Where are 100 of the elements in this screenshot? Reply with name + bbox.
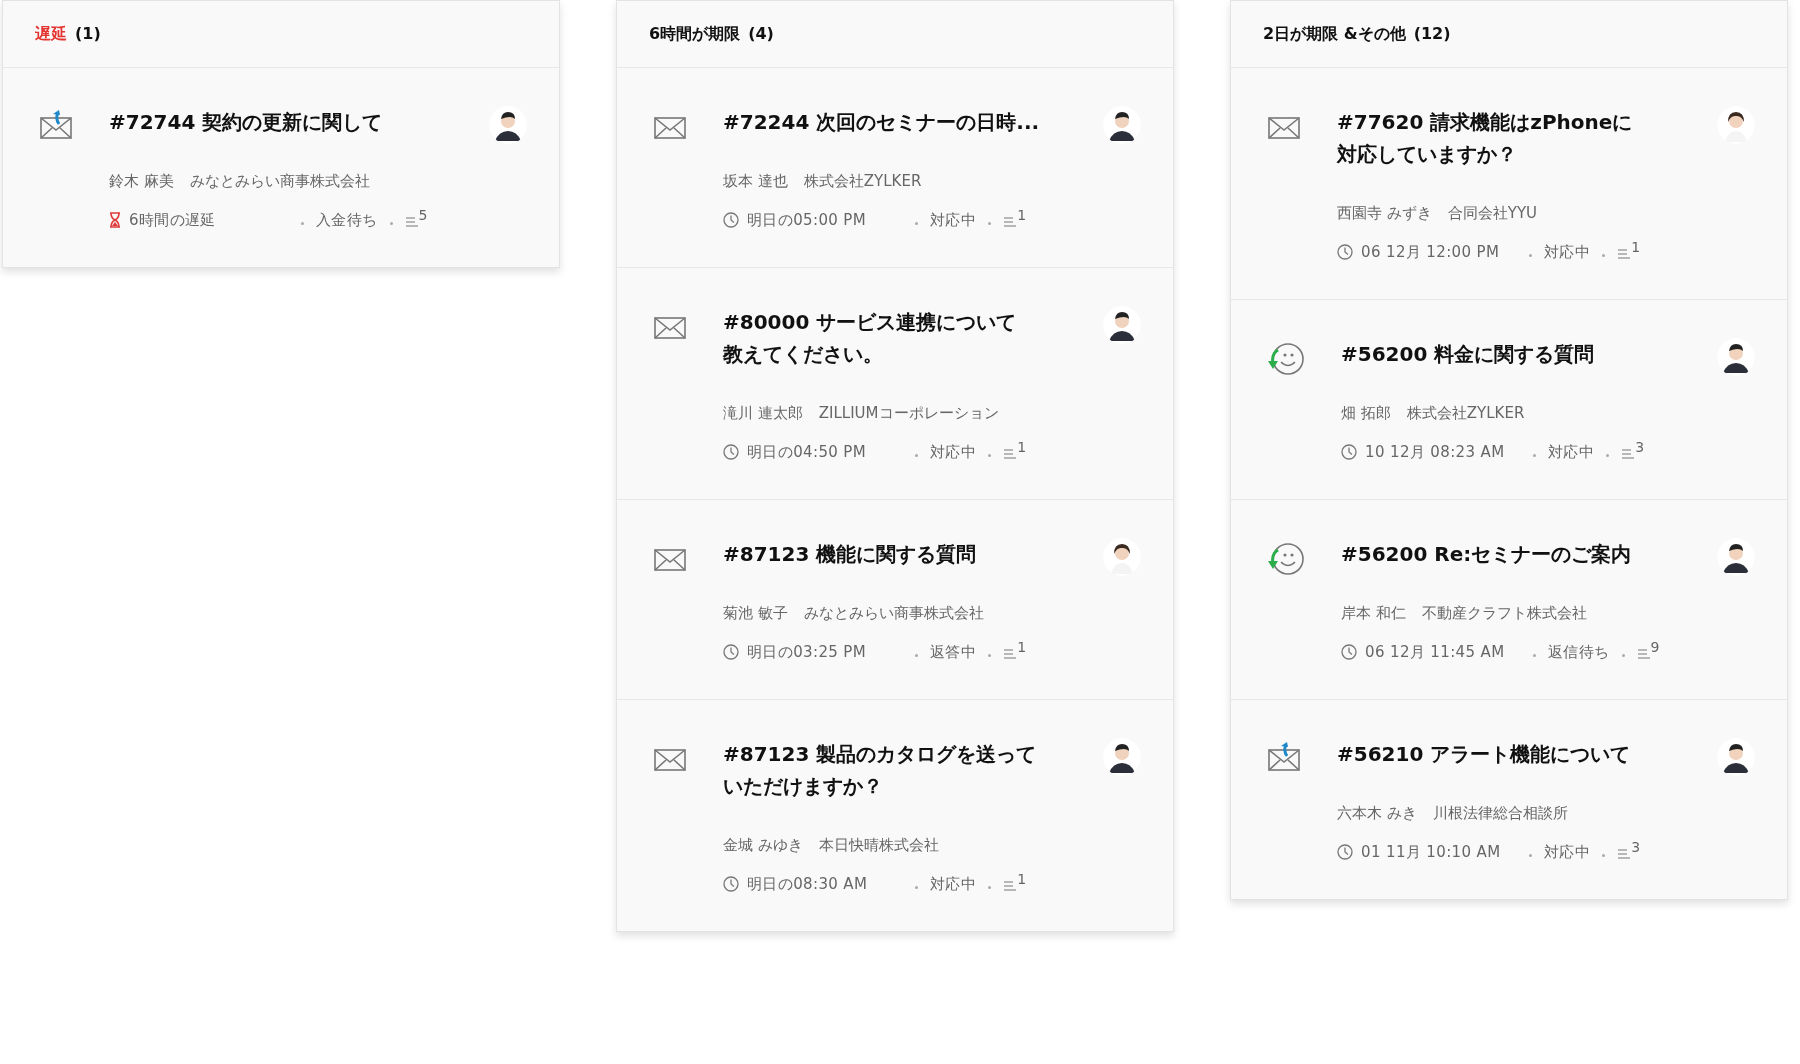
- ticket-title[interactable]: #87123 機能に関する質問: [723, 538, 1067, 570]
- contact-name: 畑 拓郎: [1341, 403, 1391, 424]
- status-label: 対応中: [930, 441, 977, 463]
- thread-list-icon: [1003, 215, 1018, 228]
- smiley-arrow-icon: [1267, 542, 1305, 576]
- clock-icon: [723, 875, 739, 892]
- status-label: 返信待ち: [1548, 641, 1610, 663]
- status-label: 対応中: [930, 873, 977, 895]
- company-name: 不動産クラフト株式会社: [1421, 603, 1587, 624]
- ticket-card[interactable]: #56200 Re:セミナーのご案内 岸本 和仁 不動産クラフト株式会社 06 12月 11:45 AM 返信待ち 9: [1231, 499, 1787, 699]
- ticket-title[interactable]: #56210 アラート機能について: [1337, 738, 1681, 770]
- ticket-card[interactable]: #77620 請求機能はzPhoneに 対応していますか？ 西園寺 みずき 合同会社YYU 06 12月 12:00 PM 対応中 1: [1231, 67, 1787, 299]
- due-time: 10 12月 08:23 AM: [1365, 441, 1505, 463]
- ticket-card[interactable]: #56200 料金に関する質問 畑 拓郎 株式会社ZYLKER 10 12月 08:23 AM 対応中 3: [1231, 299, 1787, 499]
- thread-list-icon: [1621, 447, 1636, 460]
- due-time: 明日の03:25 PM: [747, 641, 867, 663]
- avatar-icon: [1103, 538, 1141, 576]
- ticket-card[interactable]: #80000 サービス連携について 教えてください。 滝川 連太郎 ZILLIUMコーポレーション 明日の04:50 PM 対応中 1: [617, 267, 1173, 499]
- company-name: みなとみらい商事株式会社: [189, 171, 370, 192]
- clock-icon: [723, 443, 739, 460]
- ticket-card[interactable]: #56210 アラート機能について 六本木 みき 川根法律総合相談所 01 11月 10:10 AM 対応中 3: [1231, 699, 1787, 899]
- thread-list-icon: [1617, 847, 1632, 860]
- envelope-arrow-icon: [1267, 742, 1301, 772]
- thread-list-icon: [1636, 647, 1651, 660]
- thread-count: 1: [1017, 206, 1027, 226]
- clock-icon: [1341, 643, 1357, 660]
- clock-icon: [723, 643, 739, 660]
- ticket-card[interactable]: #87123 製品のカタログを送って いただけますか？ 金城 みゆき 本日快晴株式会社 明日の08:30 AM 対応中 1: [617, 699, 1173, 931]
- avatar-icon: [1103, 106, 1141, 144]
- status-label: 返答中: [930, 641, 977, 663]
- due-time: 06 12月 11:45 AM: [1365, 641, 1505, 663]
- status-label: 対応中: [1544, 841, 1591, 863]
- ticket-title[interactable]: #72244 次回のセミナーの日時...: [723, 106, 1067, 138]
- company-name: 川根法律総合相談所: [1432, 803, 1568, 824]
- column-count: (12): [1413, 23, 1451, 45]
- column-title: 2日が期限 &その他: [1263, 23, 1406, 45]
- clock-icon: [723, 211, 739, 228]
- thread-list-icon: [1003, 879, 1018, 892]
- company-name: 株式会社ZYLKER: [803, 171, 922, 192]
- contact-name: 滝川 連太郎: [723, 403, 803, 424]
- thread-list-icon: [1617, 247, 1632, 260]
- ticket-card[interactable]: #87123 機能に関する質問 菊池 敏子 みなとみらい商事株式会社 明日の03:25 PM 返答中 1: [617, 499, 1173, 699]
- company-name: 株式会社ZYLKER: [1406, 403, 1525, 424]
- due-time: 6時間の遅延: [129, 209, 216, 231]
- thread-count: 3: [1631, 838, 1641, 858]
- thread-count: 1: [1631, 238, 1641, 258]
- company-name: ZILLIUMコーポレーション: [818, 403, 999, 424]
- contact-name: 鈴木 麻美: [109, 171, 174, 192]
- envelope-arrow-icon: [39, 110, 73, 140]
- thread-count: 3: [1635, 438, 1645, 458]
- column-title: 6時間が期限: [649, 23, 741, 45]
- avatar-icon: [1717, 538, 1755, 576]
- column-count: (1): [75, 23, 101, 45]
- avatar-icon: [1717, 738, 1755, 776]
- hourglass-icon: [109, 211, 121, 228]
- smiley-arrow-icon: [1267, 342, 1305, 376]
- thread-list-icon: [1003, 647, 1018, 660]
- thread-count: 5: [418, 206, 428, 226]
- contact-name: 金城 みゆき: [723, 835, 803, 856]
- thread-count: 9: [1650, 638, 1660, 658]
- clock-icon: [1341, 443, 1357, 460]
- company-name: 合同会社YYU: [1447, 203, 1538, 224]
- ticket-title[interactable]: #77620 請求機能はzPhoneに 対応していますか？: [1337, 106, 1681, 170]
- status-label: 入金待ち: [316, 209, 378, 231]
- avatar-icon: [1103, 306, 1141, 344]
- column-title: 遅延: [35, 23, 67, 45]
- contact-name: 坂本 達也: [723, 171, 788, 192]
- company-name: 本日快晴株式会社: [818, 835, 939, 856]
- status-label: 対応中: [930, 209, 977, 231]
- avatar-icon: [1103, 738, 1141, 776]
- due-time: 明日の08:30 AM: [747, 873, 868, 895]
- contact-name: 岸本 和仁: [1341, 603, 1406, 624]
- ticket-title[interactable]: #72744 契約の更新に関して: [109, 106, 453, 138]
- ticket-title[interactable]: #80000 サービス連携について 教えてください。: [723, 306, 1067, 370]
- due-time: 明日の05:00 PM: [747, 209, 867, 231]
- ticket-title[interactable]: #56200 Re:セミナーのご案内: [1341, 538, 1681, 570]
- ticket-card[interactable]: #72244 次回のセミナーの日時... 坂本 達也 株式会社ZYLKER 明日の05:00 PM 対応中 1: [617, 67, 1173, 267]
- due-time: 06 12月 12:00 PM: [1361, 241, 1500, 263]
- clock-icon: [1337, 843, 1353, 860]
- avatar-icon: [489, 106, 527, 144]
- company-name: みなとみらい商事株式会社: [803, 603, 984, 624]
- thread-list-icon: [1003, 447, 1018, 460]
- avatar-icon: [1717, 338, 1755, 376]
- status-label: 対応中: [1544, 241, 1591, 263]
- status-label: 対応中: [1548, 441, 1595, 463]
- thread-count: 1: [1017, 438, 1027, 458]
- clock-icon: [1337, 243, 1353, 260]
- thread-list-icon: [404, 215, 419, 228]
- column-count: (4): [748, 23, 774, 45]
- ticket-title[interactable]: #87123 製品のカタログを送って いただけますか？: [723, 738, 1067, 802]
- due-time: 明日の04:50 PM: [747, 441, 867, 463]
- avatar-icon: [1717, 106, 1755, 144]
- contact-name: 菊池 敏子: [723, 603, 788, 624]
- ticket-card[interactable]: #72744 契約の更新に関して 鈴木 麻美 みなとみらい商事株式会社 6時間の遅延 入金待ち 5: [3, 67, 559, 267]
- contact-name: 西園寺 みずき: [1337, 203, 1432, 224]
- ticket-title[interactable]: #56200 料金に関する質問: [1341, 338, 1681, 370]
- due-time: 01 11月 10:10 AM: [1361, 841, 1501, 863]
- thread-count: 1: [1017, 638, 1027, 658]
- contact-name: 六本木 みき: [1337, 803, 1417, 824]
- thread-count: 1: [1017, 870, 1027, 890]
